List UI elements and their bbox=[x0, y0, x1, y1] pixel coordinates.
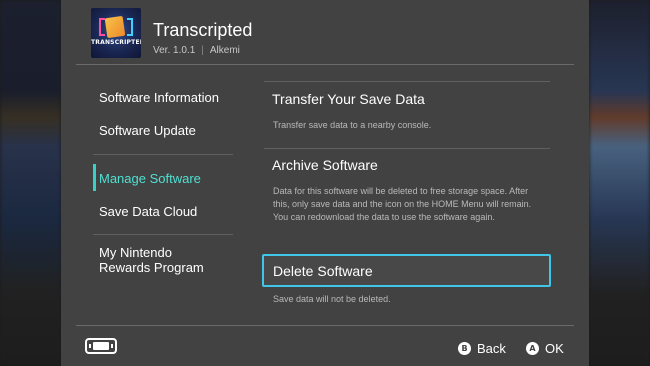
background-blur-right bbox=[589, 0, 650, 366]
a-button-icon: A bbox=[526, 341, 539, 355]
header-divider bbox=[76, 64, 574, 65]
menu-item-manage-software[interactable]: Manage Software bbox=[99, 171, 201, 186]
option-delete-software[interactable]: Delete Software bbox=[262, 254, 551, 287]
footer-divider bbox=[76, 325, 574, 326]
menu-item-software-information[interactable]: Software Information bbox=[99, 90, 219, 105]
app-header: TRANSCRIPTED Transcripted Ver. 1.0.1 | Alk… bbox=[61, 0, 589, 65]
back-label: Back bbox=[477, 340, 506, 356]
back-button[interactable]: B Back bbox=[458, 340, 506, 356]
option-delete-software-label: Delete Software bbox=[273, 263, 373, 279]
app-version: Ver. 1.0.1 bbox=[153, 45, 196, 56]
app-icon: TRANSCRIPTED bbox=[91, 8, 141, 58]
option-archive-software[interactable]: Archive Software bbox=[272, 157, 378, 173]
option-divider bbox=[264, 81, 550, 82]
app-icon-text: TRANSCRIPTED bbox=[91, 39, 141, 46]
option-transfer-save-data[interactable]: Transfer Your Save Data bbox=[272, 91, 425, 107]
ok-label: OK bbox=[545, 340, 564, 356]
menu-item-software-update[interactable]: Software Update bbox=[99, 123, 196, 138]
option-delete-description: Save data will not be deleted. bbox=[273, 294, 391, 304]
b-button-icon: B bbox=[458, 341, 471, 355]
settings-panel: TRANSCRIPTED Transcripted Ver. 1.0.1 | Alk… bbox=[61, 0, 589, 366]
menu-item-my-nintendo-rewards[interactable]: My Nintendo Rewards Program bbox=[99, 245, 204, 275]
document-icon bbox=[104, 15, 126, 39]
ok-button[interactable]: A OK bbox=[526, 340, 564, 356]
background-blur-left bbox=[0, 0, 61, 366]
app-version-line: Ver. 1.0.1 | Alkemi bbox=[153, 45, 240, 56]
menu-item-save-data-cloud[interactable]: Save Data Cloud bbox=[99, 204, 197, 219]
version-separator: | bbox=[201, 45, 204, 56]
handheld-controller-icon bbox=[85, 338, 117, 354]
option-divider bbox=[264, 148, 550, 149]
option-transfer-description: Transfer save data to a nearby console. bbox=[273, 120, 432, 130]
active-indicator bbox=[93, 164, 96, 191]
app-title: Transcripted bbox=[153, 20, 253, 40]
app-publisher: Alkemi bbox=[209, 45, 240, 56]
option-archive-description: Data for this software will be deleted t… bbox=[273, 186, 532, 222]
bracket-right-icon bbox=[127, 18, 133, 36]
menu-divider bbox=[93, 234, 233, 235]
menu-divider bbox=[93, 154, 233, 155]
